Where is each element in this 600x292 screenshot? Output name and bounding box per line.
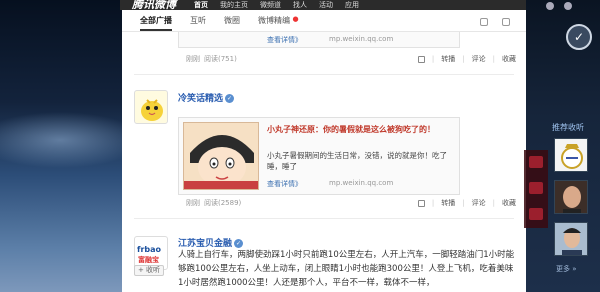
sidebar-more-link[interactable]: 更多 » [556,264,577,274]
site-logo[interactable]: 腾讯微博 [132,0,176,10]
cartoon-cover-icon [184,123,258,189]
tag-icon[interactable] [529,156,543,168]
person-photo-icon [555,223,587,255]
separator: | [462,55,465,63]
like-icon[interactable] [417,199,425,207]
post2-favorite-button[interactable]: 收藏 [502,198,516,208]
checkmark-icon[interactable]: ✓ [566,24,592,50]
separator: | [431,55,435,63]
post1-meta-row: 刚刚 阅读(751) | 转播 | 评论 | 收藏 [186,52,516,66]
sidebar-recommend-title: 推荐收听 [552,123,584,132]
separator: | [492,199,495,207]
person-photo-icon [555,181,587,213]
feed-tools [480,18,510,26]
post2-avatar[interactable] [134,90,168,124]
post2-card-url: mp.weixin.qq.com [329,179,394,187]
nav-apps[interactable]: 应用 [345,0,359,10]
post2-card-desc: 小丸子暑假期间的生活日常，没错，说的就是你！吃了睡，睡了 [267,151,447,171]
post3-avatar-logo-cn: 富融宝 [138,256,159,264]
feed-panel: 全部广播 互听 微圈 微博精编 ● 查看详情》 mp.weixin.qq.com… [122,10,526,292]
post2-card-more-link[interactable]: 查看详情》 [267,179,302,189]
post2-cover-image [183,122,259,190]
top-navigation-bar: 腾讯微博 首页 我的主页 微频道 找人 活动 应用 [120,0,526,10]
nav-channel[interactable]: 微频道 [260,0,281,10]
verified-icon: ✓ [225,94,235,103]
post1-comment-button[interactable]: 评论 [472,54,486,64]
desktop-wallpaper-left [0,0,122,292]
post1-article-card[interactable]: 查看详情》 mp.weixin.qq.com [178,32,460,48]
recommend-avatar-3[interactable] [554,222,588,256]
post-divider [134,218,514,219]
chick-avatar-icon [141,99,163,121]
post3-avatar-logo: frbao [137,245,162,254]
post3-follow-button[interactable]: + 收听 [134,265,164,276]
tab-circle[interactable]: 微圈 [224,15,240,31]
post1-reads: 阅读(751) [204,55,237,63]
tab-all-broadcasts[interactable]: 全部广播 [140,15,172,31]
verified-icon: ✓ [234,239,244,248]
post2-comment-button[interactable]: 评论 [472,198,486,208]
tag-icon[interactable] [529,208,543,220]
minimize-icon[interactable] [546,2,554,10]
post2-time[interactable]: 刚刚 [186,198,200,208]
settings-icon[interactable] [502,18,510,26]
post2-reads: 阅读(2589) [204,199,242,207]
like-icon[interactable] [417,55,425,63]
tab-selected[interactable]: 微博精编 ● [258,15,299,31]
feed-tabs: 全部广播 互听 微圈 微博精编 ● [122,10,526,32]
post-divider [134,74,514,75]
separator: | [492,55,495,63]
post1-repost-button[interactable]: 转播 [441,54,455,64]
list-view-icon[interactable] [480,18,488,26]
new-dot-icon: ● [292,15,299,23]
nav-events[interactable]: 活动 [319,0,333,10]
window-controls [540,0,600,12]
tag-icon[interactable] [529,182,543,194]
nav-find-people[interactable]: 找人 [293,0,307,10]
real-madrid-crest-icon [555,139,587,171]
post2-card-title[interactable]: 小丸子神还原：你的暑假就是这么被狗吃了的！ [267,124,455,135]
recommend-avatar-2[interactable] [554,180,588,214]
nav-my-page[interactable]: 我的主页 [220,0,248,10]
post2-repost-button[interactable]: 转播 [441,198,455,208]
nav-home[interactable]: 首页 [194,0,208,10]
post2-author[interactable]: 冷笑话精选 ✓ [178,91,235,104]
post2-meta-row: 刚刚 阅读(2589) | 转播 | 评论 | 收藏 [186,196,516,210]
post3-text: 人骑上自行车，两脚使劲踩1小时只前跑10公里左右，人开上汽车，一脚轻踏油门1小时… [178,250,515,288]
post1-card-url: mp.weixin.qq.com [329,35,394,43]
post2-article-card[interactable]: 小丸子神还原：你的暑假就是这么被狗吃了的！ 小丸子暑假期间的生活日常，没错，说的… [178,117,460,195]
tab-mutual[interactable]: 互听 [190,15,206,31]
tab-selected-label: 微博精编 [258,16,290,25]
post1-time[interactable]: 刚刚 [186,54,200,64]
separator: | [462,199,465,207]
post2-actions: | 转播 | 评论 | 收藏 [417,198,516,208]
sidebar-tag-strip [524,150,548,228]
post2-author-name: 冷笑话精选 [178,94,224,104]
post1-card-more-link[interactable]: 查看详情》 [267,35,302,45]
post1-favorite-button[interactable]: 收藏 [502,54,516,64]
separator: | [431,199,435,207]
volume-icon[interactable] [564,2,572,10]
post1-actions: | 转播 | 评论 | 收藏 [417,54,516,64]
recommend-avatar-1[interactable] [554,138,588,172]
